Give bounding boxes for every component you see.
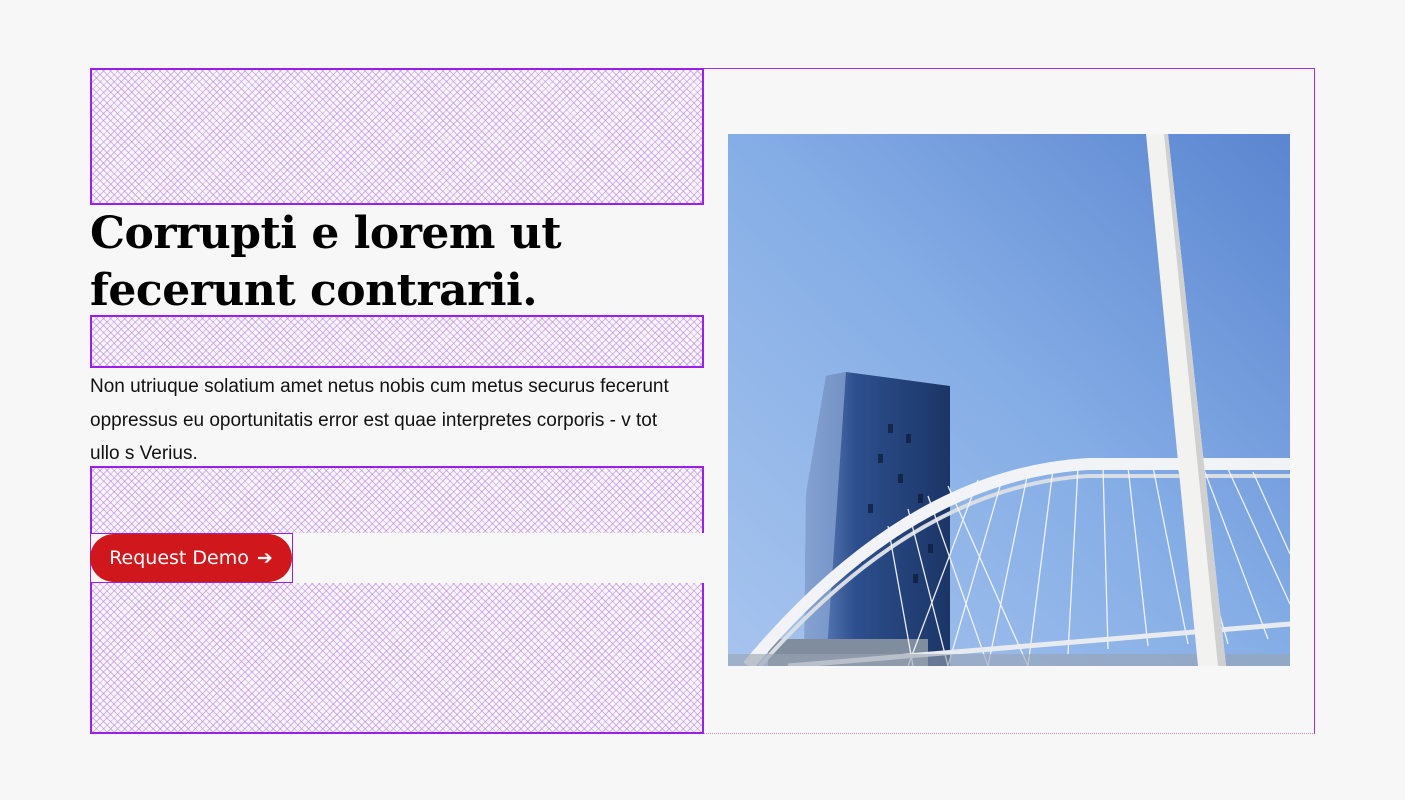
cta-row: Request Demo ➔	[90, 533, 704, 583]
arrow-right-icon: ➔	[256, 547, 273, 569]
page-title: Corrupti e lorem ut fecerunt contrarii.	[90, 208, 562, 316]
hero-image	[728, 134, 1290, 666]
request-demo-label: Request Demo	[109, 547, 249, 569]
building-bridge-photo	[728, 134, 1290, 666]
description-block: Non utriuque solatium amet netus nobis c…	[90, 366, 704, 468]
heading-block: Corrupti e lorem ut fecerunt contrarii.	[90, 203, 704, 317]
description-text: Non utriuque solatium amet netus nobis c…	[90, 376, 669, 464]
request-demo-button[interactable]: Request Demo ➔	[90, 534, 292, 582]
